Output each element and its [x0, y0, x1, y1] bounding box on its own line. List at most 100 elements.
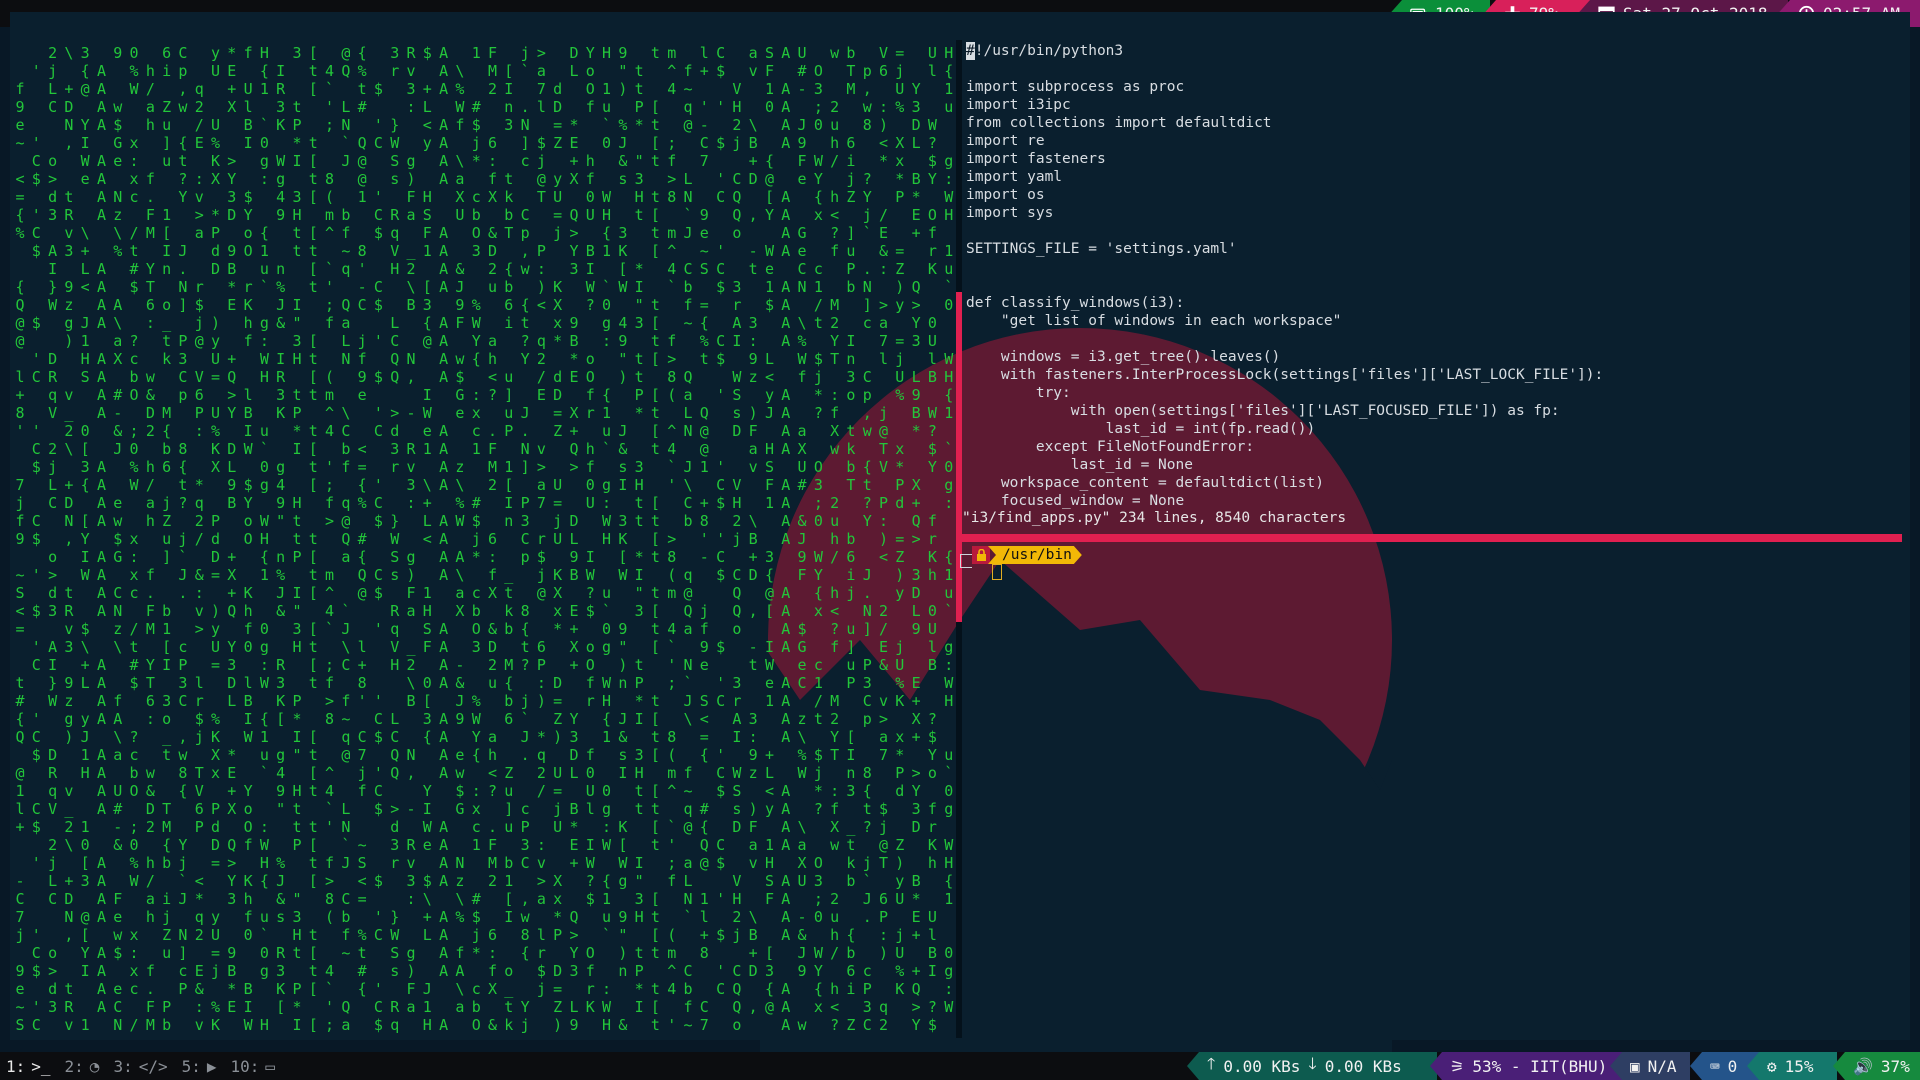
upload-arrow-icon: 🡑 [1207, 1053, 1216, 1073]
matrix-column: 9 " ) % J & s 3 K [ W 4 9 " ) J & s I 3 … [618, 44, 628, 1034]
workspace-1[interactable]: 1: >_ [6, 1057, 51, 1076]
matrix-column: A A A A A A A A A A A A A A A A A A A A … [439, 44, 449, 1034]
upload-value: 0.00 KBs [1223, 1056, 1301, 1076]
workspace-list: 1: >_ 2: ◔ 3: </> 5: ▶ 10: ▭ [6, 1052, 275, 1080]
workspace-5[interactable]: 5: ▶ [182, 1057, 217, 1076]
volume-indicator: 🔊 37% [1833, 1052, 1920, 1080]
matrix-column: j ` . N ] c C p , w { t ? Y J . N ] P 3 … [520, 44, 530, 1034]
matrix-column: A A A A A A A A A A A A A A A A A A A A … [781, 44, 791, 1034]
keyboard-value: 0 [1727, 1056, 1738, 1076]
network-speed-indicator: 🡑 0.00 KBs 🡓 0.00 KBs [1187, 1052, 1437, 1080]
matrix-column: D L * E + X Q > Y 3 9 B * E X + Q > D L … [569, 44, 579, 1034]
code-text: !/usr/bin/python3 [974, 43, 1124, 59]
firefox-icon: ◔ [89, 1056, 100, 1076]
matrix-column: 0 % W x : x c / t # $ ? c b O ; 0 % W x … [129, 44, 139, 1034]
matrix-column: F M 2 6 : f X & D 2 u a h < ? . F M 2 6 … [487, 44, 498, 1034]
workspace-3[interactable]: 3: </> [113, 1057, 167, 1076]
wifi-icon: ⚞ [1450, 1056, 1465, 1076]
battery-status-value: N/A [1647, 1056, 1677, 1076]
workspace-number: 3: [113, 1056, 133, 1076]
matrix-column: > a 7 l $ j @ T P : ) < q 2 / E v > a 7 … [536, 44, 546, 998]
matrix-column: R v 3 : g ) F a _ 2 \ B N , - R v 3 : g … [406, 44, 416, 1016]
volume-value: 37% [1880, 1056, 1910, 1076]
shell-terminal-pane[interactable]: /usr/bin [960, 542, 1902, 1036]
workspace-number: 2: [64, 1056, 84, 1076]
matrix-column: H { 1 u g : W H 1 u ` 0 W H { 1 ` 0 g : … [944, 44, 954, 1016]
matrix-column: 3 t P * I 3 H t t I " 3 H t P * I H t t … [292, 44, 302, 1034]
matrix-column: \ + D N , t R v 3 9 z g ) v _ 2 \ + D N … [64, 44, 74, 1034]
cpu-indicator: ⚙ 15% [1747, 1052, 1837, 1080]
matrix-column: H 1 u ` 0 W H { 1 ` 0 g : { 1 u ` g : W … [602, 44, 612, 1034]
matrix-column: S F 1 0 { @ [ Y W e 1 $ L < y J H S F 1 … [764, 44, 774, 1016]
matrix-column: A A A A A A A A A A A A A A A A A A A A … [96, 62, 106, 1016]
matrix-column: * E + X > Y 3 D 9 B * E + Q > Y D L 9 B … [227, 44, 237, 1016]
matrix-column: 6 i Z u ] u 1 [ I n o _ t k M { b 6 j Z … [162, 44, 172, 1034]
matrix-column: $ ' C ' C $ C $ ' $ ' C ' C $ C $ ' ' C … [373, 80, 383, 1034]
workspace-number: 5: [181, 1056, 201, 1076]
code-line: "get list of windows in each workspace" [966, 313, 1342, 329]
matrix-column: V H 2 j C Q Q o 3 r A I W S s D V H 2 j … [732, 80, 742, 1034]
pane-split-border [956, 534, 1902, 542]
code-line: workspace_content = defaultdict(list) [966, 475, 1324, 491]
matrix-column: U l W ? $ Y O f r K 0 U l B W ? $ Y f r … [927, 44, 937, 1034]
matrix-column: t [ t [ t t [ t [ t [ t [ [ t [ t [ t [ … [650, 44, 660, 1034]
cpu-icon: ⚙ [1767, 1056, 1777, 1076]
editor-status-line: "i3/find_apps.py" 234 lines, 8540 charac… [962, 510, 1347, 526]
matrix-column: 2 j L C o > d 3 A I } W D R q V 2 j L C … [48, 44, 58, 1016]
workspace-2[interactable]: 2: ◔ [65, 1057, 100, 1076]
matrix-column: [ t [ t [ t [ [ t [ t [ t [ t t [ t [ t … [308, 44, 318, 1034]
matrix-column: 4 ` ' ; 8 ( m ^ ` ' ; f ( m ^ 4 ' ; f > … [325, 62, 335, 1034]
monitor-icon: ▭ [265, 1056, 276, 1076]
code-line: from collections import defaultdict [966, 115, 1272, 131]
matrix-column: ' ' C $ ' C $ $ ' C ' C $ C $ ' $ ' C ' … [31, 62, 41, 1034]
matrix-column: a v \ B + D , - t 3 : 9 z ) F a v \ B + … [748, 44, 758, 1016]
code-line: windows = i3.get_tree().leaves() [966, 349, 1281, 365]
download-arrow-icon: 🡓 [1308, 1053, 1317, 1073]
play-icon: ▶ [206, 1056, 217, 1076]
prompt-path: /usr/bin [988, 546, 1082, 564]
matrix-column: = j U % X x * P = Z ) y = j U % x * P d … [895, 44, 905, 998]
terminal-cursor [992, 564, 1002, 580]
cpu-value: 15% [1784, 1056, 1814, 1076]
matrix-column: { % t # Q @ @ 1 8 ' - C j f 9 e < = { % … [357, 44, 367, 998]
matrix-column: f ~ q @ L N ` J C b f ~ Q a L N J \ C b … [683, 62, 693, 1034]
code-icon: </> [138, 1056, 168, 1076]
matrix-column: Y o O f h f 0 U B I W ? o O f r h f 0 U … [585, 44, 595, 1016]
matrix-column: C p , w { t ? Y J . N ] P 3 C p 8 { t ? … [178, 44, 188, 998]
matrix-terminal-pane[interactable]: f 9 e ~ < = { % { Q @ @ l + 8 ' 7 j f 9 … [12, 40, 957, 1038]
drive-icon: ▣ [1630, 1056, 1640, 1076]
matrix-column: 3 { @ Y I W e \ + L < J 1 H S 0 [ 3 { [ … [80, 44, 90, 1034]
matrix-column: q 2 / E : v > a r $ j @ V 6 P : * q 2 / … [194, 80, 204, 1034]
terminal-icon: >_ [31, 1056, 51, 1076]
code-line: import yaml [966, 169, 1063, 185]
matrix-column: O 3 ; 0 W Y { x c 1 / t $ j * ? O 3 ; 0 … [813, 62, 823, 1016]
matrix-column: p , w 8 ? Y j ` . N ] c C p , w { t ? Y … [862, 62, 872, 1034]
battery-status-indicator: ▣ N/A [1610, 1052, 1690, 1080]
workspace-number: 10: [230, 1056, 260, 1076]
matrix-column: f 9 e ~ < = { % { Q @ @ l + 8 ' 7 j f 9 … [15, 80, 25, 1034]
matrix-column: y U U % K X * P d D ) y U = U % K X P d … [211, 44, 221, 1034]
matrix-column: V 6 : ) < * / E & : > a 7 l j @ T V P : … [879, 44, 889, 1034]
code-line: try: [966, 385, 1071, 401]
code-line: import i3ipc [966, 97, 1071, 113]
matrix-column: I R 3 K W g 4 9 n % J & I R 3 K g 4 9 " … [276, 62, 286, 1016]
workspace-number: 1: [6, 1056, 26, 1076]
workspace-10[interactable]: 10: ▭ [231, 1057, 276, 1076]
code-line: with open(settings['files']['LAST_FOCUSE… [966, 403, 1560, 419]
code-line: with fasteners.InterProcessLock(settings… [966, 367, 1604, 383]
matrix-column: b T M 6 i j Z ] u P b I n 3 o t k b T b … [846, 44, 856, 1034]
lock-icon [972, 546, 990, 564]
code-line: import re [966, 133, 1045, 149]
matrix-column: d D = Z y U = j K X x * d D = Z U = j U … [553, 80, 563, 1034]
prompt-bracket [960, 554, 972, 568]
keyboard-icon: ⌨ [1710, 1056, 1720, 1076]
code-line: last_id = int(fp.read()) [966, 421, 1316, 437]
code-line: import fasteners [966, 151, 1106, 167]
matrix-column: t t P * " 3 H t * I " 3 t t P * 3 H t t … [634, 62, 644, 1016]
shell-prompt: /usr/bin [972, 546, 1082, 564]
vim-editor-pane[interactable]: #!/usr/bin/python3 import subprocess as p… [962, 40, 1902, 534]
code-line: #!/usr/bin/python3 [966, 42, 1123, 60]
matrix-column: @ Q L N ` J b f ~ q Q a L N \ C b f q @ … [341, 44, 351, 1034]
matrix-column: h / a h f . F M Y T 6 : w & D 2 h / a h … [145, 62, 155, 1034]
code-line: focused_window = None [966, 493, 1185, 509]
